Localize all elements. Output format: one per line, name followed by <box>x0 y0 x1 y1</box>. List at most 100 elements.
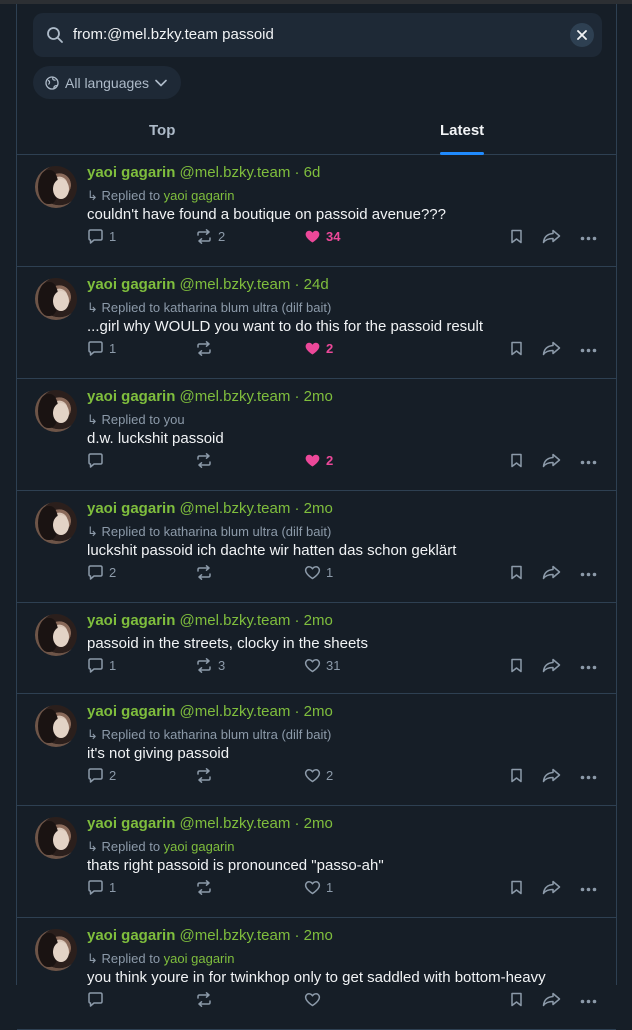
share-button[interactable] <box>542 658 561 673</box>
avatar[interactable] <box>35 502 77 544</box>
tab-top[interactable]: Top <box>149 110 175 155</box>
bookmark-button[interactable] <box>510 992 523 1007</box>
avatar[interactable] <box>35 929 77 971</box>
search-input[interactable] <box>73 13 553 57</box>
author-handle[interactable]: @mel.bzky.team <box>180 500 291 517</box>
author-handle[interactable]: @mel.bzky.team <box>180 927 291 944</box>
reply-button[interactable] <box>87 453 109 468</box>
bookmark-button[interactable] <box>510 453 523 468</box>
bookmark-button[interactable] <box>510 229 523 244</box>
replied-to-user[interactable]: you <box>164 412 185 427</box>
repost-button[interactable]: 2 <box>195 229 225 244</box>
reply-button[interactable]: 1 <box>87 658 116 673</box>
repost-button[interactable] <box>195 341 218 356</box>
avatar[interactable] <box>35 817 77 859</box>
reply-button[interactable]: 1 <box>87 341 116 356</box>
author-name[interactable]: yaoi gagarin <box>87 388 175 405</box>
more-options-button[interactable] <box>580 665 597 670</box>
bookmark-button[interactable] <box>510 341 523 356</box>
author-handle[interactable]: @mel.bzky.team <box>180 388 291 405</box>
share-button[interactable] <box>542 992 561 1007</box>
share-button[interactable] <box>542 768 561 783</box>
post-item[interactable]: yaoi gagarin @mel.bzky.team · 2mo ↳ Repli… <box>17 694 616 806</box>
author-handle[interactable]: @mel.bzky.team <box>180 612 291 629</box>
replied-to-user[interactable]: katharina blum ultra (dilf bait) <box>164 727 332 742</box>
post-timestamp[interactable]: · 24d <box>295 276 329 293</box>
language-filter-dropdown[interactable]: All languages <box>33 66 182 99</box>
replied-to-user[interactable]: yaoi gagarin <box>164 839 235 854</box>
more-options-button[interactable] <box>580 999 597 1004</box>
bookmark-button[interactable] <box>510 565 523 580</box>
author-name[interactable]: yaoi gagarin <box>87 276 175 293</box>
post-timestamp[interactable]: · 6d <box>295 164 321 181</box>
reply-button[interactable]: 2 <box>87 565 116 580</box>
clear-search-button[interactable] <box>570 23 594 47</box>
post-timestamp[interactable]: · 2mo <box>295 388 333 405</box>
author-name[interactable]: yaoi gagarin <box>87 500 175 517</box>
avatar[interactable] <box>35 278 77 320</box>
replied-to-user[interactable]: yaoi gagarin <box>164 951 235 966</box>
post-timestamp[interactable]: · 2mo <box>295 612 333 629</box>
more-options-button[interactable] <box>580 572 597 577</box>
avatar[interactable] <box>35 166 77 208</box>
replied-to-user[interactable]: katharina blum ultra (dilf bait) <box>164 300 332 315</box>
author-name[interactable]: yaoi gagarin <box>87 815 175 832</box>
reply-button[interactable] <box>87 992 109 1007</box>
reply-button[interactable]: 2 <box>87 768 116 783</box>
author-name[interactable]: yaoi gagarin <box>87 703 175 720</box>
like-button[interactable]: 2 <box>304 768 333 783</box>
post-item[interactable]: yaoi gagarin @mel.bzky.team · 24d ↳ Repli… <box>17 267 616 379</box>
post-item[interactable]: yaoi gagarin @mel.bzky.team · 2mo ↳ Repli… <box>17 806 616 918</box>
repost-button[interactable]: 3 <box>195 658 225 673</box>
post-timestamp[interactable]: · 2mo <box>295 927 333 944</box>
like-button[interactable]: 34 <box>304 229 340 244</box>
repost-button[interactable] <box>195 453 218 468</box>
more-options-button[interactable] <box>580 236 597 241</box>
like-button[interactable]: 2 <box>304 341 333 356</box>
author-name[interactable]: yaoi gagarin <box>87 927 175 944</box>
share-button[interactable] <box>542 341 561 356</box>
repost-button[interactable] <box>195 565 218 580</box>
reply-button[interactable]: 1 <box>87 880 116 895</box>
share-button[interactable] <box>542 880 561 895</box>
bookmark-button[interactable] <box>510 880 523 895</box>
search-bar[interactable] <box>33 13 602 57</box>
more-options-button[interactable] <box>580 775 597 780</box>
author-handle[interactable]: @mel.bzky.team <box>180 703 291 720</box>
author-handle[interactable]: @mel.bzky.team <box>180 276 291 293</box>
repost-button[interactable] <box>195 992 218 1007</box>
bookmark-button[interactable] <box>510 768 523 783</box>
like-button[interactable]: 1 <box>304 880 333 895</box>
author-name[interactable]: yaoi gagarin <box>87 164 175 181</box>
author-handle[interactable]: @mel.bzky.team <box>180 815 291 832</box>
author-handle[interactable]: @mel.bzky.team <box>180 164 291 181</box>
reply-button[interactable]: 1 <box>87 229 116 244</box>
bookmark-button[interactable] <box>510 658 523 673</box>
more-options-button[interactable] <box>580 460 597 465</box>
post-item[interactable]: yaoi gagarin @mel.bzky.team · 2mo ↳ Repli… <box>17 379 616 491</box>
repost-button[interactable] <box>195 880 218 895</box>
more-options-button[interactable] <box>580 887 597 892</box>
tab-latest[interactable]: Latest <box>440 110 485 155</box>
post-item[interactable]: yaoi gagarin @mel.bzky.team · 2mo ↳ Repli… <box>17 918 616 1030</box>
post-timestamp[interactable]: · 2mo <box>295 500 333 517</box>
avatar[interactable] <box>35 614 77 656</box>
like-button[interactable] <box>304 992 326 1007</box>
more-options-button[interactable] <box>580 348 597 353</box>
post-item[interactable]: yaoi gagarin @mel.bzky.team · 6d ↳ Replie… <box>17 155 616 267</box>
post-timestamp[interactable]: · 2mo <box>295 815 333 832</box>
post-item[interactable]: yaoi gagarin @mel.bzky.team · 2mo ↳ Repli… <box>17 491 616 603</box>
avatar[interactable] <box>35 390 77 432</box>
replied-to-user[interactable]: yaoi gagarin <box>164 188 235 203</box>
replied-to-user[interactable]: katharina blum ultra (dilf bait) <box>164 524 332 539</box>
like-button[interactable]: 1 <box>304 565 333 580</box>
share-button[interactable] <box>542 229 561 244</box>
repost-button[interactable] <box>195 768 218 783</box>
like-button[interactable]: 2 <box>304 453 333 468</box>
avatar[interactable] <box>35 705 77 747</box>
post-timestamp[interactable]: · 2mo <box>295 703 333 720</box>
post-item[interactable]: yaoi gagarin @mel.bzky.team · 2mo passoid… <box>17 603 616 694</box>
share-button[interactable] <box>542 453 561 468</box>
like-button[interactable]: 31 <box>304 658 340 673</box>
share-button[interactable] <box>542 565 561 580</box>
